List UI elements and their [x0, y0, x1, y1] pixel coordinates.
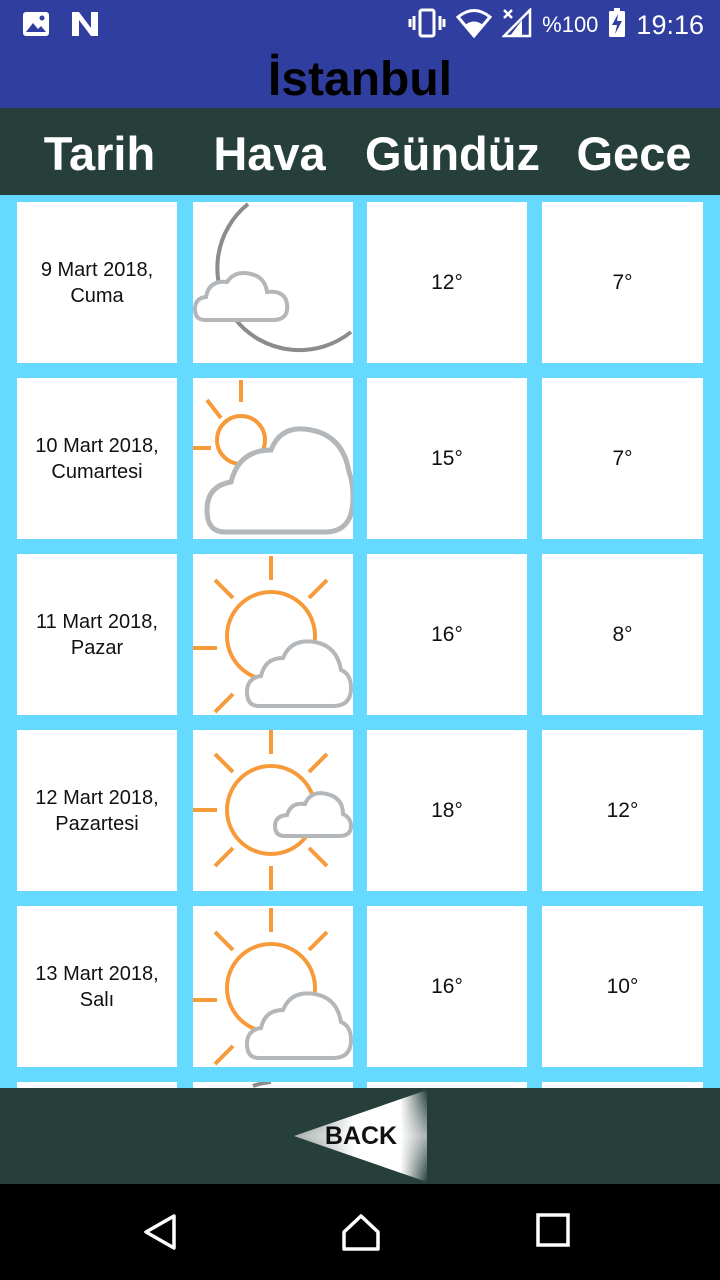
battery-charging-icon	[608, 7, 626, 43]
sun-small-cloud-icon	[193, 556, 353, 714]
wifi-icon	[456, 8, 493, 43]
weather-cell	[193, 202, 353, 363]
system-nav-bar	[0, 1184, 720, 1280]
night-temp-cell: 7°	[542, 378, 703, 539]
battery-percent: %100	[542, 12, 599, 37]
date-line: 10 Mart 2018,	[35, 434, 159, 457]
forecast-grid: 9 Mart 2018, Cuma 12° 7° 10 Mart 2018, Cum…	[0, 195, 720, 1088]
recents-icon[interactable]	[535, 1212, 571, 1253]
date-cell: 13 Mart 2018, Salı	[17, 906, 177, 1067]
n-icon	[70, 10, 100, 43]
image-icon	[22, 11, 50, 42]
weather-cell	[193, 906, 353, 1067]
sun-tiny-cloud-icon	[193, 730, 353, 890]
weekday-line: Salı	[79, 988, 115, 1011]
sun-behind-cloud-icon	[193, 380, 353, 535]
date-line: 13 Mart 2018,	[35, 962, 159, 985]
home-icon[interactable]	[340, 1212, 382, 1257]
weather-cell	[193, 378, 353, 539]
column-header-night: Gece	[576, 127, 692, 180]
page-title: İstanbul	[267, 53, 452, 106]
day-temp-cell: 18°	[367, 730, 527, 891]
back-icon[interactable]	[140, 1212, 180, 1257]
sun-small-cloud-icon	[193, 908, 353, 1066]
column-header-day: Gündüz	[365, 127, 540, 180]
weekday-line: Cuma	[70, 284, 124, 307]
date-line: 11 Mart 2018,	[36, 610, 158, 633]
date-line: 9 Mart 2018,	[40, 258, 154, 281]
day-temp-cell: 12°	[367, 202, 527, 363]
weather-cell	[193, 730, 353, 891]
weekday-line: Pazar	[70, 636, 124, 659]
day-temp-cell: 15°	[367, 378, 527, 539]
moon-cloud-icon	[193, 202, 353, 353]
app-bar: İstanbul	[0, 50, 720, 108]
date-line: 12 Mart 2018,	[35, 786, 159, 809]
status-bar: %100 19:16	[0, 0, 720, 50]
back-label: BACK	[324, 1122, 398, 1150]
back-button[interactable]: BACK	[272, 1088, 432, 1184]
weekday-line: Pazartesi	[55, 812, 139, 835]
day-temp-cell: 16°	[367, 554, 527, 715]
date-cell: 12 Mart 2018, Pazartesi	[17, 730, 177, 891]
date-cell: 11 Mart 2018, Pazar	[17, 554, 177, 715]
weather-cell	[193, 554, 353, 715]
date-cell: 9 Mart 2018, Cuma	[17, 202, 177, 363]
night-temp-cell: 7°	[542, 202, 703, 363]
date-cell: 10 Mart 2018, Cumartesi	[17, 378, 177, 539]
night-temp-cell: 10°	[542, 906, 703, 1067]
vibrate-icon	[408, 8, 446, 43]
column-header: Tarih Hava Gündüz Gece	[0, 108, 720, 195]
column-header-weather: Hava	[213, 127, 326, 180]
night-temp-cell: 12°	[542, 730, 703, 891]
weekday-line: Cumartesi	[51, 460, 143, 483]
day-temp-cell: 16°	[367, 906, 527, 1067]
night-temp-cell: 8°	[542, 554, 703, 715]
clock: 19:16	[636, 9, 704, 40]
signal-icon	[501, 6, 532, 43]
footer-bar: BACK	[0, 1088, 720, 1184]
column-header-date: Tarih	[43, 127, 156, 180]
